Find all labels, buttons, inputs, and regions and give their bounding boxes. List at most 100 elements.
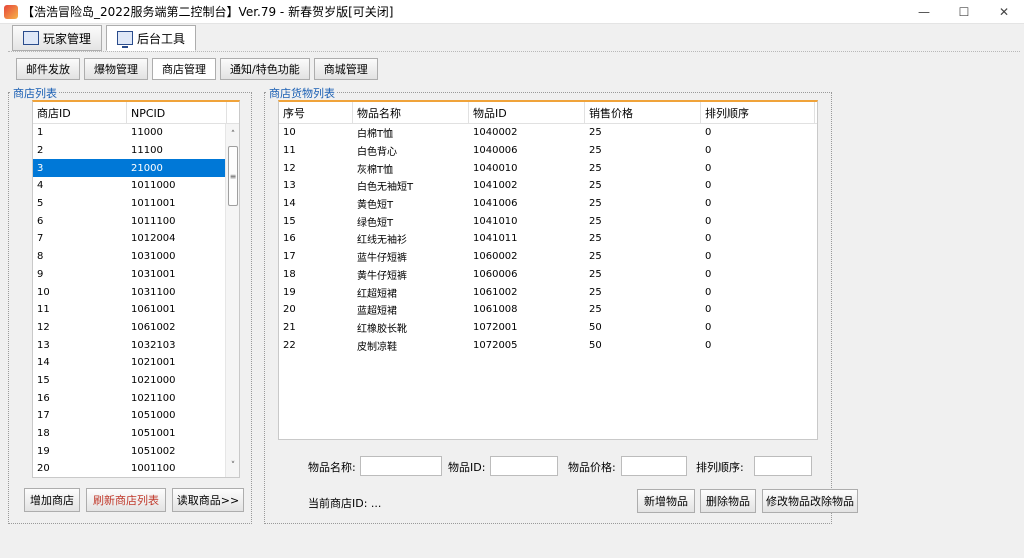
- column-header-item-name[interactable]: 物品名称: [353, 102, 469, 124]
- shop-scrollbar[interactable]: ˄ ≡ ˅: [225, 124, 239, 477]
- table-row[interactable]: 4 1011000: [33, 177, 239, 195]
- monitor-icon: [117, 31, 134, 48]
- window-title: 【浩浩冒险岛_2022服务端第二控制台】Ver.79 - 新春贺岁版[可关闭]: [22, 5, 394, 19]
- table-row[interactable]: 1 11000: [33, 124, 239, 142]
- subtab-drops[interactable]: 爆物管理: [84, 58, 148, 80]
- tab-player-management[interactable]: 玩家管理: [12, 25, 103, 51]
- table-row[interactable]: 2 11100: [33, 142, 239, 160]
- shop-id-cell: 8: [37, 251, 44, 263]
- table-row[interactable]: 8 1031000: [33, 248, 239, 266]
- item-name-cell: 灰棉T恤: [357, 164, 394, 176]
- scroll-thumb[interactable]: ≡: [228, 146, 238, 206]
- scroll-down-icon[interactable]: ˅: [226, 459, 239, 473]
- price-cell: 25: [589, 251, 602, 263]
- table-row[interactable]: 16 红线无袖衫 1041011 25 0: [279, 230, 817, 248]
- maximize-button[interactable]: ☐: [944, 0, 984, 24]
- table-row[interactable]: 17 蓝牛仔短裤 1060002 25 0: [279, 248, 817, 266]
- table-row[interactable]: 6 1011100: [33, 212, 239, 230]
- table-row[interactable]: 19 红超短裙 1061002 25 0: [279, 283, 817, 301]
- table-row[interactable]: 13 白色无袖短T 1041002 25 0: [279, 177, 817, 195]
- table-row[interactable]: 18 1051001: [33, 425, 239, 443]
- table-row[interactable]: 20 蓝超短裙 1061008 25 0: [279, 301, 817, 319]
- table-row[interactable]: 17 1051000: [33, 407, 239, 425]
- order-cell: 0: [705, 339, 712, 351]
- table-row[interactable]: 11 白色背心 1040006 25 0: [279, 142, 817, 160]
- table-row[interactable]: 15 绿色短T 1041010 25 0: [279, 212, 817, 230]
- close-button[interactable]: ✕: [984, 0, 1024, 24]
- order-cell: 0: [705, 321, 712, 333]
- minimize-button[interactable]: —: [904, 0, 944, 24]
- item-id-input[interactable]: [490, 456, 558, 476]
- order-cell: 0: [705, 162, 712, 174]
- table-row[interactable]: 16 1021100: [33, 389, 239, 407]
- column-header-shop-id[interactable]: 商店ID: [33, 102, 127, 124]
- table-row[interactable]: 22 皮制凉鞋 1072005 50 0: [279, 336, 817, 354]
- table-row[interactable]: 21 红橡胶长靴 1072001 50 0: [279, 319, 817, 337]
- table-row[interactable]: 19 1051002: [33, 442, 239, 460]
- table-row[interactable]: 14 1021001: [33, 354, 239, 372]
- shop-id-cell: 4: [37, 180, 44, 192]
- table-row[interactable]: 14 黄色短T 1041006 25 0: [279, 195, 817, 213]
- subtab-mail[interactable]: 邮件发放: [16, 58, 80, 80]
- table-row[interactable]: 12 灰棉T恤 1040010 25 0: [279, 159, 817, 177]
- npc-id-cell: 11000: [131, 127, 163, 139]
- goods-table[interactable]: 序号 物品名称 物品ID 销售价格 排列顺序 10 白棉T恤 1040002 25 0 1…: [278, 100, 818, 440]
- index-cell: 13: [283, 180, 296, 192]
- table-row[interactable]: 10 1031100: [33, 283, 239, 301]
- item-id-cell: 1040002: [473, 127, 518, 139]
- scroll-up-icon[interactable]: ˄: [226, 128, 239, 142]
- item-id-cell: 1041002: [473, 180, 518, 192]
- delete-item-button[interactable]: 删除物品: [700, 489, 756, 513]
- subtab-mall[interactable]: 商城管理: [313, 58, 378, 80]
- npc-id-cell: 1012004: [131, 233, 176, 245]
- refresh-shop-list-button[interactable]: 刷新商店列表: [86, 488, 166, 512]
- npc-id-cell: 1021001: [131, 357, 176, 369]
- table-row[interactable]: 3 21000: [33, 159, 239, 178]
- modify-item-button[interactable]: 修改物品改除物品: [762, 489, 858, 513]
- table-row[interactable]: 15 1021000: [33, 372, 239, 390]
- shop-table[interactable]: 商店ID NPCID 1 11000 2 11100 3 21000 4 1011000 5 10…: [32, 100, 240, 478]
- column-header-npc-id[interactable]: NPCID: [127, 102, 227, 124]
- table-row[interactable]: 9 1031001: [33, 266, 239, 284]
- price-cell: 25: [589, 180, 602, 192]
- order-cell: 0: [705, 127, 712, 139]
- shop-id-cell: 15: [37, 374, 50, 386]
- table-row[interactable]: 5 1011001: [33, 195, 239, 213]
- item-price-input[interactable]: [621, 456, 687, 476]
- title-bar: 【浩浩冒险岛_2022服务端第二控制台】Ver.79 - 新春贺岁版[可关闭] …: [0, 0, 1024, 24]
- table-row[interactable]: 18 黄牛仔短裤 1060006 25 0: [279, 266, 817, 284]
- order-cell: 0: [705, 198, 712, 210]
- item-name-label: 物品名称:: [308, 461, 356, 474]
- item-name-cell: 白色无袖短T: [357, 182, 414, 194]
- item-name-cell: 红超短裙: [357, 288, 397, 300]
- item-name-input[interactable]: [360, 456, 442, 476]
- load-goods-button[interactable]: 读取商品>>: [172, 488, 244, 512]
- item-id-cell: 1061002: [473, 286, 518, 298]
- subtab-shop[interactable]: 商店管理: [152, 58, 216, 80]
- item-id-cell: 1072001: [473, 321, 518, 333]
- price-cell: 25: [589, 162, 602, 174]
- order-input[interactable]: [754, 456, 812, 476]
- npc-id-cell: 1061002: [131, 321, 176, 333]
- column-header-item-id[interactable]: 物品ID: [469, 102, 585, 124]
- add-item-button[interactable]: 新增物品: [637, 489, 695, 513]
- item-price-label: 物品价格:: [568, 461, 616, 474]
- table-row[interactable]: 10 白棉T恤 1040002 25 0: [279, 124, 817, 142]
- subtab-notice[interactable]: 通知/特色功能: [220, 58, 310, 80]
- npc-id-cell: 1061001: [131, 304, 176, 316]
- table-row[interactable]: 7 1012004: [33, 230, 239, 248]
- npc-id-cell: 1051002: [131, 445, 176, 457]
- item-id-cell: 1041010: [473, 215, 518, 227]
- shop-id-cell: 19: [37, 445, 50, 457]
- tab-backend-tools[interactable]: 后台工具: [106, 25, 197, 51]
- column-header-price[interactable]: 销售价格: [585, 102, 701, 124]
- table-row[interactable]: 12 1061002: [33, 319, 239, 337]
- add-shop-button[interactable]: 增加商店: [24, 488, 80, 512]
- column-header-order[interactable]: 排列顺序: [701, 102, 815, 124]
- table-row[interactable]: 20 1001100: [33, 460, 239, 477]
- item-id-cell: 1040006: [473, 145, 518, 157]
- table-row[interactable]: 11 1061001: [33, 301, 239, 319]
- item-name-cell: 黄牛仔短裤: [357, 270, 407, 282]
- table-row[interactable]: 13 1032103: [33, 336, 239, 354]
- column-header-index[interactable]: 序号: [279, 102, 353, 124]
